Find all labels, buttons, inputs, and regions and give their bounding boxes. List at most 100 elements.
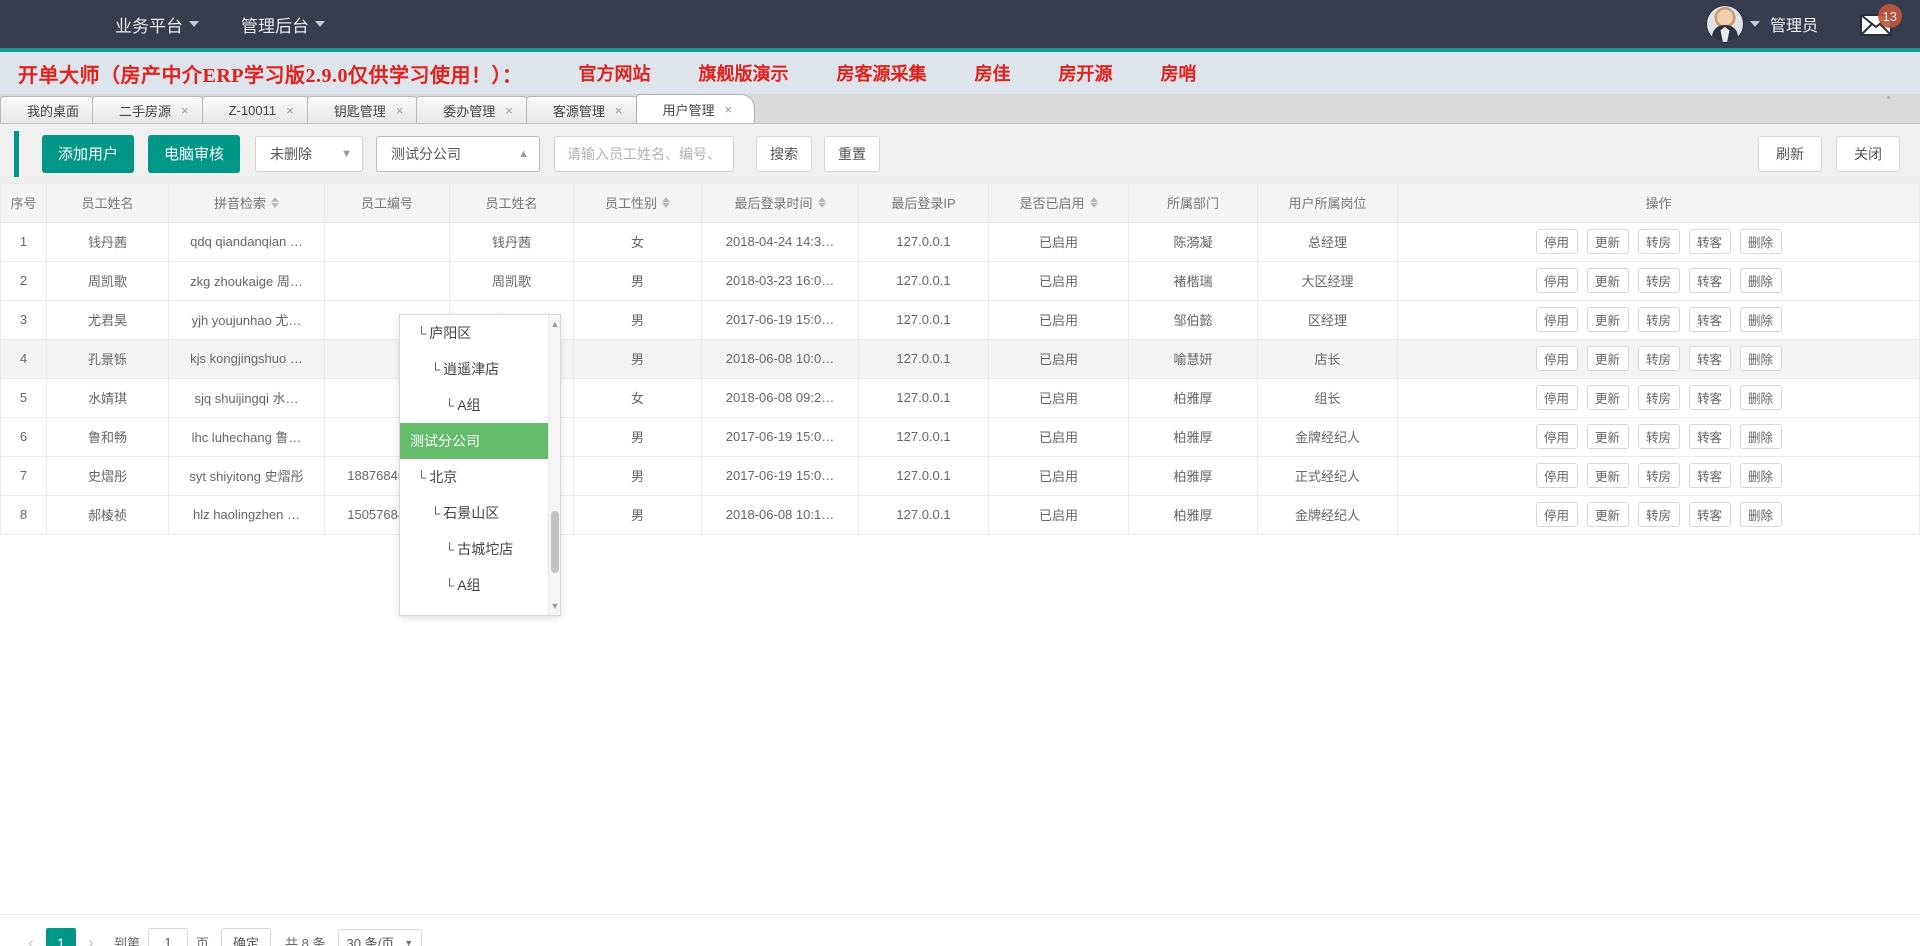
close-icon[interactable]: × [725, 103, 733, 116]
update-button[interactable]: 更新 [1586, 463, 1629, 488]
promo-link-listing-collect[interactable]: 房客源采集 [837, 60, 927, 86]
goto-page-input[interactable] [148, 927, 189, 946]
mail-button[interactable]: 13 [1858, 4, 1902, 41]
table-row[interactable]: 8郝棱祯hlz haolingzhen …15057684344郝棱祯男2018… [0, 494, 1920, 535]
transfer-house-button[interactable]: 转房 [1637, 346, 1680, 371]
transfer-house-button[interactable]: 转房 [1637, 385, 1680, 410]
column-header-pinyin-search[interactable]: 拼音检索 [168, 184, 325, 223]
table-row[interactable]: 3尤君昊yjh youjunhao 尤…尤君昊男2017-06-19 15:0…… [0, 299, 1920, 340]
delete-button[interactable]: 删除 [1739, 229, 1782, 254]
transfer-house-button[interactable]: 转房 [1637, 229, 1680, 254]
table-row[interactable]: 4孔景铄kjs kongjingshuo …孔景铄男2018-06-08 10:… [0, 338, 1920, 379]
tab-second-hand-listings[interactable]: 二手房源 × [92, 96, 212, 123]
update-button[interactable]: 更新 [1586, 424, 1629, 449]
nav-item-business-platform[interactable]: 业务平台 [115, 12, 199, 37]
table-row[interactable]: 7史熠彤syt shiyitong 史熠彤18876846889史熠彤男2017… [0, 455, 1920, 496]
scroll-down-arrow-icon[interactable]: ▼ [549, 599, 560, 613]
transfer-client-button[interactable]: 转客 [1688, 463, 1731, 488]
transfer-house-button[interactable]: 转房 [1637, 463, 1680, 488]
sort-icon[interactable] [817, 197, 826, 209]
table-row[interactable]: 6鲁和畅lhc luhechang 鲁…鲁和畅男2017-06-19 15:0…… [0, 416, 1920, 457]
delete-button[interactable]: 删除 [1739, 463, 1782, 488]
transfer-house-button[interactable]: 转房 [1637, 424, 1680, 449]
sort-icon[interactable] [662, 197, 670, 209]
promo-link-official-site[interactable]: 官方网站 [579, 60, 651, 86]
reset-button[interactable]: 重置 [824, 135, 881, 172]
scrollbar-thumb[interactable] [551, 511, 559, 573]
disable-button[interactable]: 停用 [1535, 463, 1578, 488]
delete-button[interactable]: 删除 [1739, 502, 1782, 527]
sort-icon[interactable] [271, 197, 279, 209]
disable-button[interactable]: 停用 [1535, 385, 1578, 410]
avatar[interactable] [1705, 5, 1744, 43]
transfer-client-button[interactable]: 转客 [1688, 268, 1731, 293]
disable-button[interactable]: 停用 [1535, 346, 1578, 371]
dropdown-scrollbar[interactable]: ▲ ▼ [548, 315, 560, 615]
scroll-up-arrow-icon[interactable]: ▲ [549, 317, 560, 331]
promo-link-fangjia[interactable]: 房佳 [975, 60, 1011, 86]
disable-button[interactable]: 停用 [1535, 424, 1578, 449]
close-icon[interactable]: × [286, 104, 294, 117]
close-icon[interactable]: × [396, 104, 404, 117]
update-button[interactable]: 更新 [1586, 229, 1629, 254]
transfer-house-button[interactable]: 转房 [1637, 268, 1680, 293]
update-button[interactable]: 更新 [1586, 307, 1629, 332]
transfer-client-button[interactable]: 转客 [1688, 307, 1731, 332]
delete-status-select[interactable]: 未删除 ▼ [255, 135, 364, 172]
transfer-client-button[interactable]: 转客 [1688, 346, 1731, 371]
transfer-house-button[interactable]: 转房 [1637, 307, 1680, 332]
tab-entrust-management[interactable]: 委办管理 × [416, 96, 536, 123]
tab-key-management[interactable]: 钥匙管理 × [306, 96, 427, 123]
dropdown-item-3[interactable]: 测试分公司 [400, 423, 550, 459]
close-button[interactable]: 关闭 [1836, 135, 1900, 172]
promo-link-fangkaiyuan[interactable]: 房开源 [1059, 60, 1113, 86]
disable-button[interactable]: 停用 [1535, 268, 1578, 293]
column-header-enabled[interactable]: 是否已启用 [988, 184, 1129, 223]
search-button[interactable]: 搜索 [756, 135, 813, 172]
dropdown-item-2[interactable]: └ A组 [400, 387, 550, 423]
column-header-gender[interactable]: 员工性别 [573, 184, 702, 223]
tab-client-management[interactable]: 客源管理 × [525, 96, 646, 123]
disable-button[interactable]: 停用 [1535, 307, 1578, 332]
update-button[interactable]: 更新 [1586, 268, 1629, 293]
delete-button[interactable]: 删除 [1739, 424, 1782, 449]
disable-button[interactable]: 停用 [1535, 229, 1578, 254]
transfer-house-button[interactable]: 转房 [1637, 502, 1680, 527]
delete-button[interactable]: 删除 [1739, 385, 1782, 410]
dropdown-item-6[interactable]: └ 古城坨店 [400, 531, 550, 567]
tab-my-desktop[interactable]: 我的桌面 [0, 96, 103, 123]
dropdown-item-5[interactable]: └ 石景山区 [400, 495, 550, 531]
next-page-button[interactable]: › [76, 928, 106, 946]
sort-icon[interactable] [1089, 197, 1098, 209]
company-select[interactable]: 测试分公司 ▲ [376, 135, 541, 172]
tab-z-10011[interactable]: Z-10011 × [201, 96, 317, 123]
transfer-client-button[interactable]: 转客 [1688, 229, 1731, 254]
update-button[interactable]: 更新 [1586, 346, 1629, 371]
add-user-button[interactable]: 添加用户 [42, 134, 135, 173]
delete-button[interactable]: 删除 [1739, 346, 1782, 371]
page-number-1[interactable]: 1 [46, 927, 76, 946]
prev-page-button[interactable]: ‹ [16, 928, 46, 946]
table-row[interactable]: 5水婧琪sjq shuijingqi 水…水婧琪女2018-06-08 09:2… [0, 377, 1920, 418]
company-dropdown-panel[interactable]: └ 庐阳区 └ 逍遥津店 └ A组 测试分公司 └ 北京 └ 石景山区 └ 古城坨店 └ A组 ▲ ▼ [399, 314, 561, 616]
tab-user-management[interactable]: 用户管理 × [635, 94, 756, 123]
transfer-client-button[interactable]: 转客 [1688, 385, 1731, 410]
column-header-last-login-time[interactable]: 最后登录时间 [701, 184, 859, 223]
transfer-client-button[interactable]: 转客 [1688, 502, 1731, 527]
search-input[interactable] [554, 135, 735, 172]
transfer-client-button[interactable]: 转客 [1688, 424, 1731, 449]
close-icon[interactable]: × [505, 104, 513, 117]
table-row[interactable]: 1 钱丹茜 qdq qiandanqian … 钱丹茜女 2018-04-24 14:3… [0, 221, 1920, 262]
nav-item-admin-backend[interactable]: 管理后台 [241, 12, 325, 37]
delete-button[interactable]: 删除 [1739, 268, 1782, 293]
user-name-label[interactable]: 管理员 [1770, 12, 1818, 36]
page-size-select[interactable]: 30 条/页 ▼ [337, 928, 423, 946]
promo-link-fangshao[interactable]: 房哨 [1161, 60, 1197, 86]
update-button[interactable]: 更新 [1586, 385, 1629, 410]
dropdown-item-7[interactable]: └ A组 [400, 567, 550, 603]
table-row[interactable]: 2 周凯歌 zkg zhoukaige 周… 周凯歌男 2018-03-23 16:0…… [0, 260, 1920, 301]
refresh-button[interactable]: 刷新 [1758, 135, 1822, 172]
delete-button[interactable]: 删除 [1739, 307, 1782, 332]
dropdown-item-0[interactable]: └ 庐阳区 [400, 315, 550, 351]
close-icon[interactable]: × [615, 104, 623, 117]
